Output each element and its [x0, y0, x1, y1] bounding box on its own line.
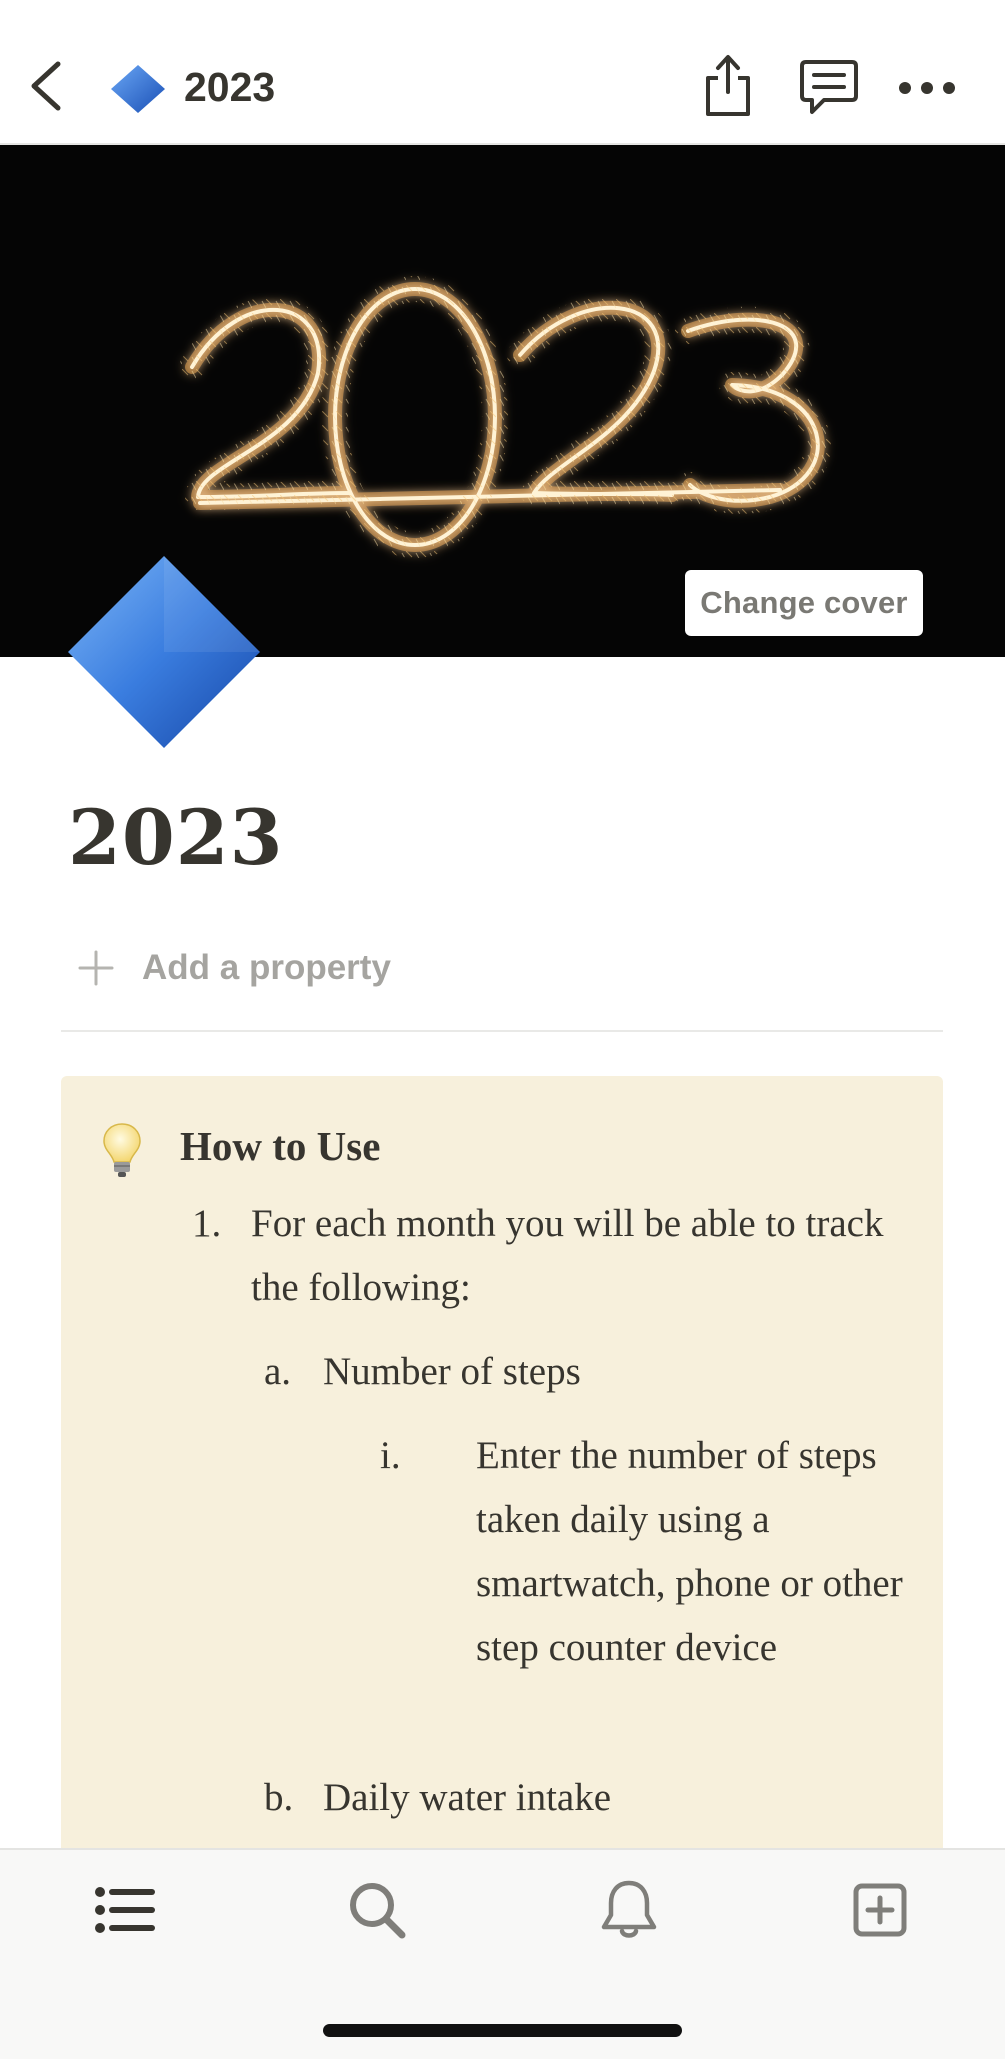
page-title[interactable]: 2023	[68, 788, 284, 888]
more-icon[interactable]	[898, 76, 956, 100]
top-nav-bar: 2023	[0, 0, 1005, 145]
list-marker: a.	[264, 1350, 292, 1393]
home-indicator	[323, 2024, 682, 2037]
list-marker: b.	[264, 1776, 294, 1819]
callout-title: How to Use	[180, 1123, 381, 1169]
list-icon[interactable]	[90, 1875, 160, 1945]
back-chevron-icon[interactable]	[26, 56, 66, 116]
list-marker: 1.	[192, 1202, 222, 1245]
bell-icon[interactable]	[594, 1875, 664, 1945]
properties-divider	[61, 1030, 943, 1032]
list-marker: i.	[380, 1434, 401, 1477]
nav-page-title: 2023	[184, 64, 276, 110]
list-item-text: Number of steps	[323, 1350, 581, 1393]
list-item-text: For each month you will be able to track…	[251, 1202, 884, 1309]
lightbulb-icon[interactable]	[102, 1122, 142, 1180]
share-icon[interactable]	[700, 52, 756, 118]
change-cover-button[interactable]: Change cover	[685, 570, 923, 636]
comment-icon[interactable]	[798, 58, 860, 118]
plus-icon	[78, 950, 114, 986]
new-page-icon[interactable]	[845, 1875, 915, 1945]
blue-diamond-icon[interactable]	[64, 552, 264, 752]
list-item-text: Enter the number of steps taken daily us…	[476, 1434, 903, 1669]
search-icon[interactable]	[342, 1875, 412, 1945]
add-property-label: Add a property	[142, 948, 391, 987]
list-item-text: Daily water intake	[323, 1776, 612, 1819]
add-property-button[interactable]: Add a property	[76, 940, 391, 996]
blue-diamond-icon	[111, 65, 165, 113]
